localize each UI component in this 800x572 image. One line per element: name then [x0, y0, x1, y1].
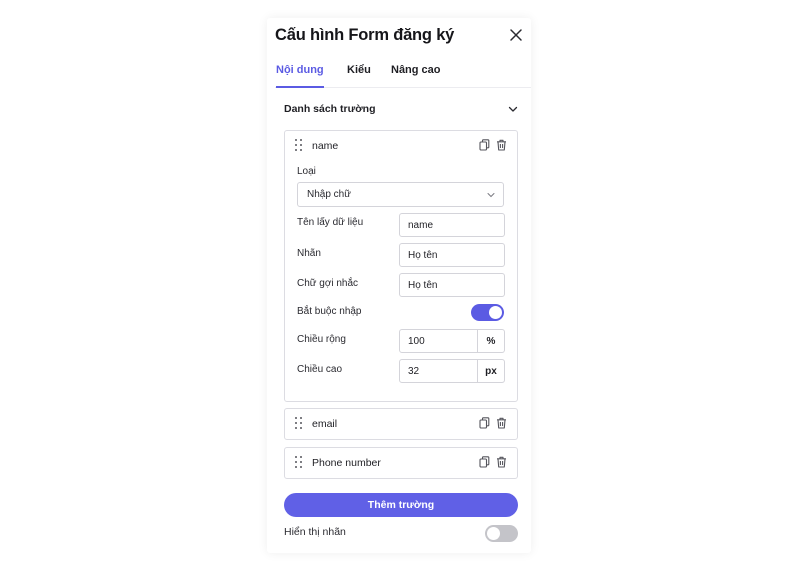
chevron-down-icon[interactable]	[508, 104, 518, 114]
width-label: Chiều rộng	[297, 334, 346, 345]
panel-title: Cấu hình Form đăng ký	[275, 26, 455, 44]
field-label-label: Nhãn	[297, 248, 321, 259]
field-list-header[interactable]: Danh sách trường	[284, 102, 518, 120]
toggle-knob	[489, 306, 502, 319]
copy-icon[interactable]	[479, 456, 490, 468]
field-label-input[interactable]: Họ tên	[399, 243, 505, 267]
drag-handle-icon[interactable]	[295, 139, 303, 152]
trash-icon[interactable]	[496, 139, 507, 151]
type-select[interactable]: Nhập chữ	[297, 182, 504, 207]
show-label-text: Hiển thị nhãn	[284, 526, 346, 538]
copy-icon[interactable]	[479, 417, 490, 429]
panel-header: Cấu hình Form đăng ký	[275, 26, 523, 58]
type-label: Loại	[297, 166, 316, 177]
placeholder-input[interactable]: Họ tên	[399, 273, 505, 297]
required-toggle[interactable]	[471, 304, 504, 321]
drag-handle-icon[interactable]	[295, 417, 303, 430]
field-card-header[interactable]: name	[285, 131, 517, 161]
copy-icon[interactable]	[479, 139, 490, 151]
show-label-toggle[interactable]	[485, 525, 518, 542]
close-icon[interactable]	[509, 28, 523, 42]
field-list-title: Danh sách trường	[284, 103, 376, 115]
field-card-name: name Loại Nhập chữ Tên lấy dữ liệu name …	[284, 130, 518, 402]
tab-content[interactable]: Nội dung	[276, 64, 324, 88]
chevron-down-icon	[487, 193, 495, 198]
trash-icon[interactable]	[496, 456, 507, 468]
data-key-input[interactable]: name	[399, 213, 505, 237]
tab-style[interactable]: Kiểu	[347, 64, 371, 88]
tab-bar: Nội dung Kiểu Nâng cao	[275, 64, 531, 88]
height-input[interactable]: 32	[399, 359, 478, 383]
type-select-value: Nhập chữ	[307, 189, 351, 200]
field-card-header[interactable]: email	[285, 409, 517, 439]
form-config-panel: Cấu hình Form đăng ký Nội dung Kiểu Nâng…	[267, 18, 531, 553]
field-name: email	[312, 418, 338, 430]
field-card-phone[interactable]: Phone number	[284, 447, 518, 479]
data-key-label: Tên lấy dữ liệu	[297, 217, 364, 228]
drag-handle-icon[interactable]	[295, 456, 303, 469]
height-label: Chiều cao	[297, 364, 343, 375]
add-field-button[interactable]: Thêm trường	[284, 493, 518, 517]
trash-icon[interactable]	[496, 417, 507, 429]
tab-advanced[interactable]: Nâng cao	[391, 64, 441, 88]
placeholder-label: Chữ gợi nhắc	[297, 278, 359, 289]
width-unit-select[interactable]: %	[478, 329, 505, 353]
field-name: Phone number	[312, 457, 381, 469]
field-name: name	[312, 140, 339, 152]
width-input[interactable]: 100	[399, 329, 478, 353]
field-card-header[interactable]: Phone number	[285, 448, 517, 478]
toggle-knob	[487, 527, 500, 540]
required-label: Bắt buộc nhập	[297, 306, 362, 317]
height-unit-select[interactable]: px	[478, 359, 505, 383]
field-card-email[interactable]: email	[284, 408, 518, 440]
